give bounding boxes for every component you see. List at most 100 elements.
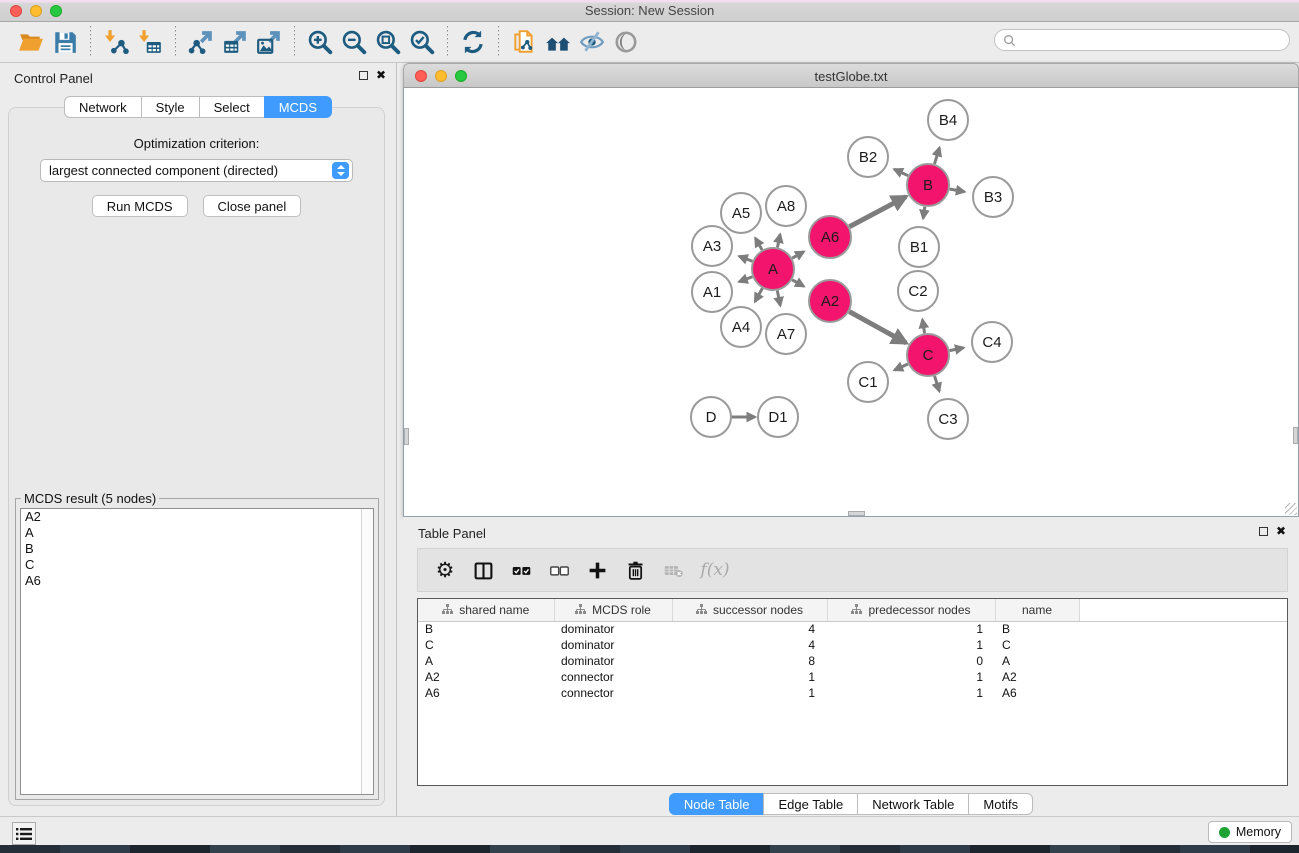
graph-edge-C-C2[interactable] bbox=[922, 320, 924, 334]
search-field[interactable] bbox=[994, 29, 1290, 51]
table-cell[interactable]: A6 bbox=[995, 685, 1079, 701]
open-session-button[interactable] bbox=[14, 26, 48, 58]
graph-node-D[interactable]: D bbox=[691, 397, 731, 437]
table-cell[interactable]: 1 bbox=[672, 685, 827, 701]
resize-grip[interactable] bbox=[1285, 503, 1297, 515]
node-table[interactable]: shared nameMCDS rolesuccessor nodesprede… bbox=[417, 598, 1288, 786]
column-header-name[interactable]: name bbox=[995, 599, 1079, 621]
result-scrollbar[interactable] bbox=[361, 509, 373, 794]
table-cell[interactable] bbox=[1079, 685, 1287, 701]
homes-button[interactable] bbox=[541, 26, 575, 58]
export-network-button[interactable] bbox=[184, 26, 218, 58]
graph-edge-C-C1[interactable] bbox=[894, 364, 907, 370]
graph-node-A6[interactable]: A6 bbox=[809, 216, 851, 258]
zoom-fit-button[interactable] bbox=[371, 26, 405, 58]
graph-node-A7[interactable]: A7 bbox=[766, 314, 806, 354]
tab-network[interactable]: Network bbox=[64, 96, 142, 118]
memory-button[interactable]: Memory bbox=[1208, 821, 1292, 843]
graph-node-A[interactable]: A bbox=[752, 248, 794, 290]
tab-motifs[interactable]: Motifs bbox=[968, 793, 1033, 815]
graph-node-A3[interactable]: A3 bbox=[692, 226, 732, 266]
graph-edge-A-A4[interactable] bbox=[755, 288, 762, 301]
table-row[interactable]: Adominator80A bbox=[418, 653, 1287, 669]
graph-node-A8[interactable]: A8 bbox=[766, 186, 806, 226]
show-columns-button[interactable] bbox=[464, 553, 502, 587]
table-row[interactable]: Bdominator41B bbox=[418, 621, 1287, 637]
graph-edge-B-B2[interactable] bbox=[894, 169, 908, 175]
tab-node-table[interactable]: Node Table bbox=[669, 793, 765, 815]
table-row[interactable]: A2connector11A2 bbox=[418, 669, 1287, 685]
graph-edge-B-B4[interactable] bbox=[934, 148, 939, 164]
table-cell[interactable]: A2 bbox=[418, 669, 554, 685]
import-network-button[interactable] bbox=[99, 26, 133, 58]
import-table-button[interactable] bbox=[133, 26, 167, 58]
export-table-button[interactable] bbox=[218, 26, 252, 58]
result-item[interactable]: A6 bbox=[21, 573, 373, 589]
table-cell[interactable] bbox=[1079, 621, 1287, 637]
result-item[interactable]: C bbox=[21, 557, 373, 573]
graph-node-C[interactable]: C bbox=[907, 334, 949, 376]
table-cell[interactable]: connector bbox=[554, 669, 672, 685]
graph-node-B4[interactable]: B4 bbox=[928, 100, 968, 140]
create-column-button[interactable] bbox=[578, 553, 616, 587]
save-session-button[interactable] bbox=[48, 26, 82, 58]
table-cell[interactable]: dominator bbox=[554, 653, 672, 669]
graph-node-C3[interactable]: C3 bbox=[928, 399, 968, 439]
table-row[interactable]: Cdominator41C bbox=[418, 637, 1287, 653]
graph-edge-A-A7[interactable] bbox=[777, 291, 780, 306]
graph-edge-C-C4[interactable] bbox=[950, 348, 964, 351]
tab-mcds[interactable]: MCDS bbox=[264, 96, 332, 118]
graph-node-A1[interactable]: A1 bbox=[692, 272, 732, 312]
graph-node-B3[interactable]: B3 bbox=[973, 177, 1013, 217]
zoom-in-button[interactable] bbox=[303, 26, 337, 58]
float-panel-icon[interactable] bbox=[359, 71, 368, 80]
table-cell[interactable]: A2 bbox=[995, 669, 1079, 685]
graph-edge-A2-C[interactable] bbox=[849, 312, 906, 343]
select-all-button[interactable] bbox=[502, 553, 540, 587]
table-cell[interactable]: connector bbox=[554, 685, 672, 701]
right-scroll-stub[interactable] bbox=[1293, 427, 1298, 444]
export-image-button[interactable] bbox=[252, 26, 286, 58]
column-header-shared-name[interactable]: shared name bbox=[418, 599, 554, 621]
deselect-all-button[interactable] bbox=[540, 553, 578, 587]
tab-network-table[interactable]: Network Table bbox=[857, 793, 969, 815]
result-item[interactable]: A bbox=[21, 525, 373, 541]
network-window-titlebar[interactable]: testGlobe.txt bbox=[403, 63, 1299, 88]
graph-edge-A-A5[interactable] bbox=[755, 238, 762, 250]
network-graph[interactable]: B4B2BB3A8A5A6A3B1AC2A1A2A4A7C4CC1DD1C3 bbox=[404, 88, 1298, 516]
graph-node-B2[interactable]: B2 bbox=[848, 137, 888, 177]
graph-edge-A-A8[interactable] bbox=[777, 234, 780, 247]
left-scroll-stub[interactable] bbox=[404, 428, 409, 445]
refresh-button[interactable] bbox=[456, 26, 490, 58]
graph-edge-C-C3[interactable] bbox=[935, 376, 940, 391]
column-header-predecessor-nodes[interactable]: predecessor nodes bbox=[827, 599, 995, 621]
float-table-panel-icon[interactable] bbox=[1259, 527, 1268, 536]
table-row[interactable]: A6connector11A6 bbox=[418, 685, 1287, 701]
hide-selected-button[interactable] bbox=[575, 26, 609, 58]
search-input[interactable] bbox=[1016, 33, 1289, 47]
function-builder-button[interactable]: f(x) bbox=[692, 553, 738, 587]
zoom-selected-button[interactable] bbox=[405, 26, 439, 58]
column-header-successor-nodes[interactable]: successor nodes bbox=[672, 599, 827, 621]
graph-node-B[interactable]: B bbox=[907, 164, 949, 206]
graph-node-A4[interactable]: A4 bbox=[721, 307, 761, 347]
graph-edge-A-A1[interactable] bbox=[739, 277, 752, 282]
graph-node-C1[interactable]: C1 bbox=[848, 362, 888, 402]
result-item[interactable]: B bbox=[21, 541, 373, 557]
table-cell[interactable]: 1 bbox=[827, 685, 995, 701]
table-cell[interactable] bbox=[1079, 653, 1287, 669]
table-cell[interactable]: 4 bbox=[672, 637, 827, 653]
graph-node-C4[interactable]: C4 bbox=[972, 322, 1012, 362]
delete-table-button[interactable] bbox=[654, 553, 692, 587]
table-cell[interactable]: 1 bbox=[827, 637, 995, 653]
copy-network-button[interactable] bbox=[507, 26, 541, 58]
table-cell[interactable]: A bbox=[418, 653, 554, 669]
delete-column-button[interactable] bbox=[616, 553, 654, 587]
graph-edge-B-B1[interactable] bbox=[923, 207, 925, 219]
table-cell[interactable]: 0 bbox=[827, 653, 995, 669]
tab-style[interactable]: Style bbox=[141, 96, 200, 118]
graph-node-A5[interactable]: A5 bbox=[721, 193, 761, 233]
graph-edge-A6-B[interactable] bbox=[849, 197, 905, 227]
table-cell[interactable]: 1 bbox=[827, 669, 995, 685]
table-cell[interactable] bbox=[1079, 669, 1287, 685]
